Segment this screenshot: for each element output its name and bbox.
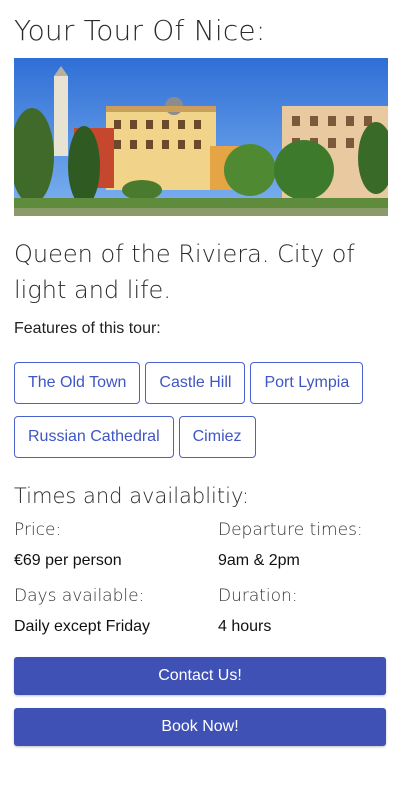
departure-block: Departure times: 9am & 2pm [218,520,388,570]
tour-page: Your Tour Of Nice: Queen of the Riviera.… [0,0,400,794]
feature-chip-cimiez[interactable]: Cimiez [178,416,256,458]
times-grid: Price: €69 per person Departure times: 9… [14,520,386,636]
contact-us-button[interactable]: Contact Us! [14,657,386,695]
departure-label: Departure times: [218,520,363,540]
feature-chips: The Old Town Castle Hill Port Lympia Rus… [14,362,386,458]
duration-label: Duration: [218,586,298,606]
duration-block: Duration: 4 hours [218,586,388,636]
feature-chip-port-lympia[interactable]: Port Lympia [250,362,364,404]
duration-value: 4 hours [218,618,272,635]
feature-chip-russian-cathedral[interactable]: Russian Cathedral [14,416,174,458]
features-label: Features of this tour: [14,320,161,337]
feature-chip-old-town[interactable]: The Old Town [14,362,141,404]
hero-image-nice [14,58,388,216]
price-block: Price: €69 per person [14,520,218,570]
price-value: €69 per person [14,552,122,569]
price-label: Price: [14,520,62,540]
feature-chip-castle-hill[interactable]: Castle Hill [145,362,246,404]
days-value: Daily except Friday [14,618,151,635]
days-block: Days available: Daily except Friday [14,586,218,636]
book-now-button[interactable]: Book Now! [14,708,386,746]
times-heading: Times and availablitiy: [14,484,249,508]
days-label: Days available: [14,586,145,606]
page-title: Your Tour Of Nice: [14,14,266,47]
departure-value: 9am & 2pm [218,552,300,569]
tagline: Queen of the Riviera. City of light and … [14,240,355,304]
